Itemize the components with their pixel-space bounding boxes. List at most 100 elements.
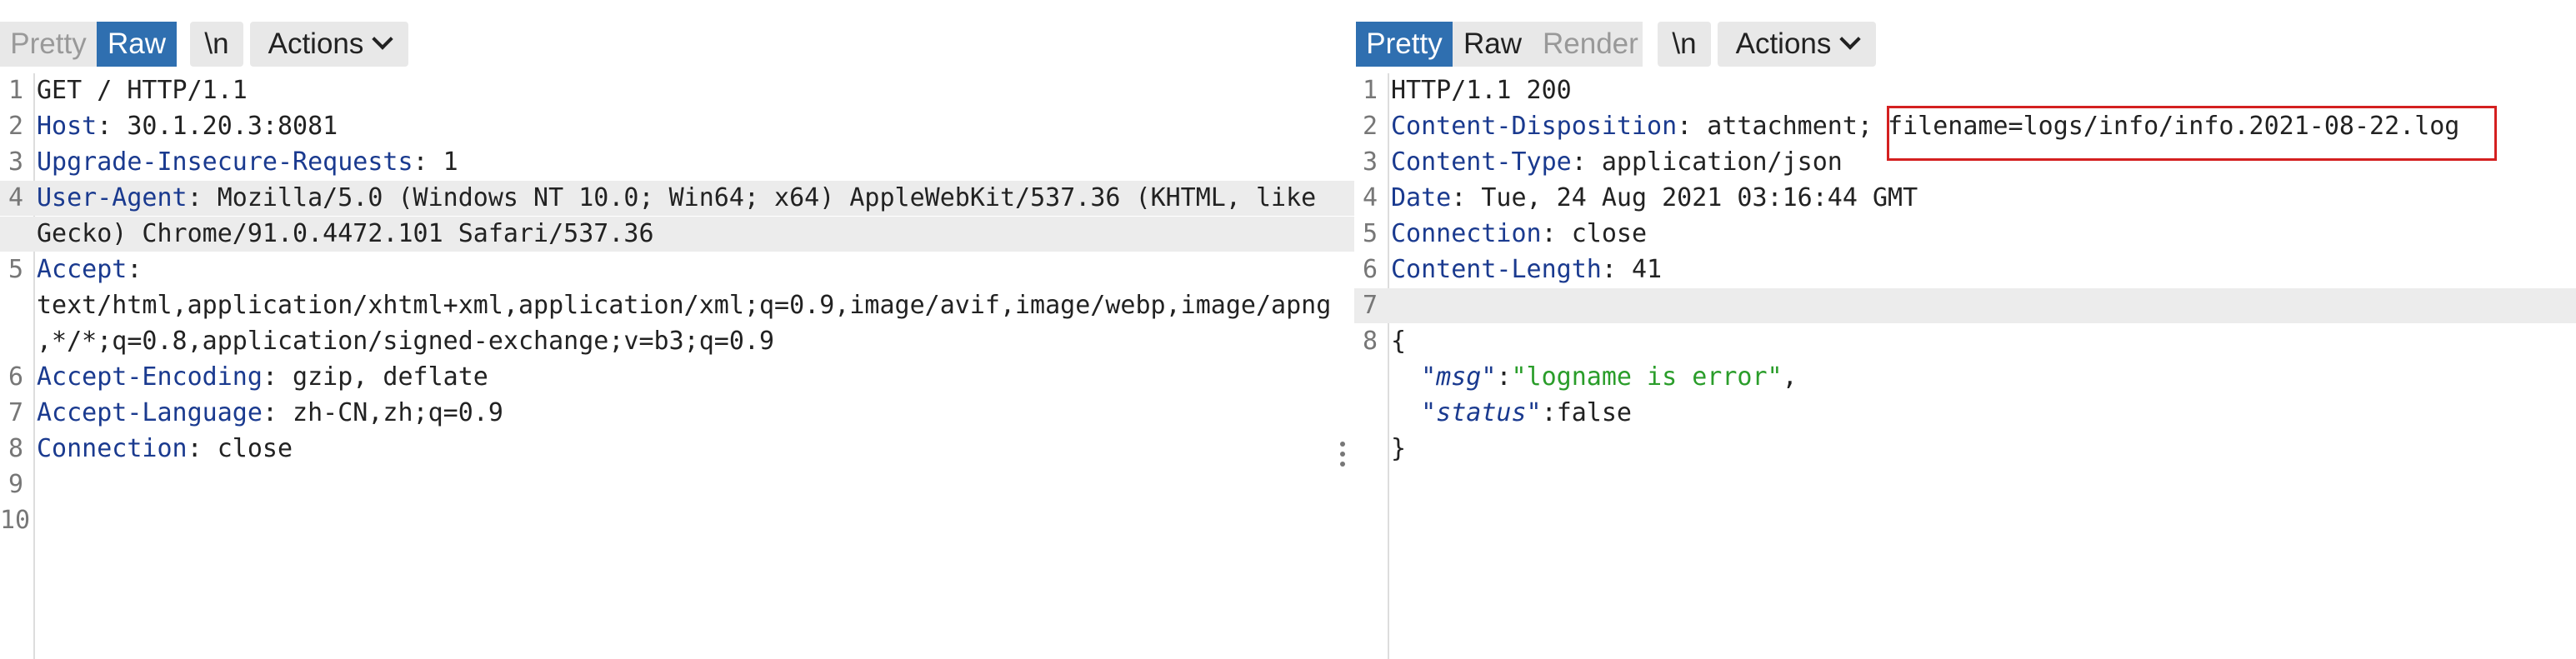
json-string-value: "logname is error" (1511, 362, 1783, 392)
header-name: Connection (1391, 219, 1542, 248)
line-number: 1 (8, 76, 23, 105)
line-content: Host: 30.1.20.3:8081 (37, 109, 338, 144)
response-line: "msg":"logname is error", (1354, 360, 2576, 395)
header-value: { (1391, 327, 1407, 356)
header-separator: : (187, 183, 203, 212)
line-content: Accept-Encoding: gzip, deflate (37, 360, 488, 395)
response-line: 4 Date: Tue, 24 Aug 2021 03:16:44 GMT (1354, 181, 2576, 216)
request-toolbar: Pretty Raw \n Actions (0, 0, 1354, 68)
line-content: } (1391, 432, 1406, 467)
line-content: Accept-Language: zh-CN,zh;q=0.9 (37, 396, 503, 431)
request-line: 2 Host: 30.1.20.3:8081 (0, 109, 1354, 144)
request-actions-button[interactable]: Actions (250, 22, 408, 67)
request-line: 5 Accept: (0, 252, 1354, 287)
request-line: 10 (0, 503, 1354, 538)
header-value: 1 (428, 147, 458, 177)
header-separator: : (187, 434, 203, 463)
response-pane: Pretty Raw Render \n Actions 1 HTTP/1.1 2… (1354, 0, 2576, 659)
header-value: Tue, 24 Aug 2021 03:16:44 GMT (1466, 183, 1918, 212)
header-value: application/json (1586, 147, 1843, 177)
line-number: 6 (1362, 255, 1378, 284)
header-value: gzip, deflate (278, 362, 488, 392)
line-number: 1 (1362, 76, 1378, 105)
request-pane: Pretty Raw \n Actions 1 GET / HTTP/1.1 2 Ho… (0, 0, 1354, 659)
response-tab-pretty[interactable]: Pretty (1356, 22, 1453, 67)
header-separator: : (127, 255, 143, 284)
line-content: ,*/*;q=0.8,application/signed-exchange;v… (37, 324, 774, 359)
header-value: HTTP/1.1 200 (1391, 76, 1572, 105)
line-content: Connection: close (37, 432, 293, 467)
request-editor[interactable]: 1 GET / HTTP/1.1 2 Host: 30.1.20.3:8081 3 Upg… (0, 73, 1354, 659)
header-value: 41 (1616, 255, 1663, 284)
response-newline-toggle[interactable]: \n (1658, 22, 1711, 67)
request-line: 8 Connection: close (0, 432, 1354, 467)
request-line: 3 Upgrade-Insecure-Requests: 1 (0, 145, 1354, 180)
header-name: Content-Type (1391, 147, 1572, 177)
header-separator: : (1677, 112, 1693, 141)
line-number: 9 (8, 470, 23, 499)
header-name: Host (37, 112, 98, 141)
line-content: HTTP/1.1 200 (1391, 73, 1572, 108)
line-content: "msg":"logname is error", (1391, 360, 1798, 395)
request-tab-pretty[interactable]: Pretty (0, 22, 97, 67)
header-name: Upgrade-Insecure-Requests (37, 147, 413, 177)
header-value: close (202, 434, 293, 463)
line-content: "status":false (1391, 396, 1632, 431)
header-separator: : (413, 147, 428, 177)
header-separator: : (1571, 147, 1587, 177)
line-content: text/html,application/xhtml+xml,applicat… (37, 288, 1331, 323)
response-line: 6 Content-Length: 41 (1354, 252, 2576, 287)
line-number: 7 (8, 398, 23, 427)
line-number: 4 (8, 183, 23, 212)
response-line: 1 HTTP/1.1 200 (1354, 73, 2576, 108)
response-toolbar: Pretty Raw Render \n Actions (1354, 0, 2576, 68)
line-number: 7 (1362, 291, 1378, 320)
header-value: } (1391, 434, 1407, 463)
line-content: { (1391, 324, 1406, 359)
pane-resize-handle-icon[interactable] (1340, 442, 1345, 472)
header-value: "status":false (1421, 398, 1632, 427)
response-line: } (1354, 432, 2576, 467)
header-name: Content-Length (1391, 255, 1602, 284)
header-name: Accept (37, 255, 128, 284)
header-separator: : (262, 362, 278, 392)
header-name: User-Agent (37, 183, 188, 212)
response-editor[interactable]: 1 HTTP/1.1 200 2 Content-Disposition: attac… (1354, 73, 2576, 659)
response-line: 5 Connection: close (1354, 217, 2576, 252)
json-key: "msg" (1421, 362, 1497, 392)
header-value: Mozilla/5.0 (Windows NT 10.0; Win64; x64… (202, 183, 1317, 212)
line-content: User-Agent: Mozilla/5.0 (Windows NT 10.0… (37, 181, 1316, 216)
response-line: 8{ (1354, 324, 2576, 359)
chevron-down-icon (1839, 28, 1862, 50)
line-content: Connection: close (1391, 217, 1647, 252)
request-line: Gecko) Chrome/91.0.4472.101 Safari/537.3… (0, 217, 1354, 252)
header-value: close (1556, 219, 1648, 248)
filename-highlight-box (1887, 106, 2497, 161)
request-line: ,*/*;q=0.8,application/signed-exchange;v… (0, 324, 1354, 359)
line-number: 8 (1362, 327, 1378, 356)
line-content: Accept: (37, 252, 142, 287)
header-value: ,*/*;q=0.8,application/signed-exchange;v… (37, 327, 775, 356)
header-name: Accept-Language (37, 398, 263, 427)
response-tab-raw[interactable]: Raw (1453, 22, 1533, 67)
request-actions-label: Actions (268, 27, 364, 60)
header-name: Date (1391, 183, 1452, 212)
line-number: 4 (1362, 183, 1378, 212)
line-number: 5 (8, 255, 23, 284)
header-value: "msg":"logname is error", (1421, 362, 1798, 392)
request-line: text/html,application/xhtml+xml,applicat… (0, 288, 1354, 323)
response-tab-render[interactable]: Render (1533, 22, 1643, 67)
request-line: 9 (0, 467, 1354, 502)
header-value: Gecko) Chrome/91.0.4472.101 Safari/537.3… (37, 219, 654, 248)
response-actions-label: Actions (1735, 27, 1832, 60)
request-newline-toggle[interactable]: \n (190, 22, 243, 67)
response-line: "status":false (1354, 396, 2576, 431)
line-number: 2 (8, 112, 23, 141)
chevron-down-icon (372, 28, 394, 50)
request-tab-raw[interactable]: Raw (97, 22, 177, 67)
response-actions-button[interactable]: Actions (1718, 22, 1876, 67)
header-value: GET / HTTP/1.1 (37, 76, 248, 105)
line-content: GET / HTTP/1.1 (37, 73, 248, 108)
header-separator: : (1541, 219, 1557, 248)
header-value: text/html,application/xhtml+xml,applicat… (37, 291, 1332, 320)
